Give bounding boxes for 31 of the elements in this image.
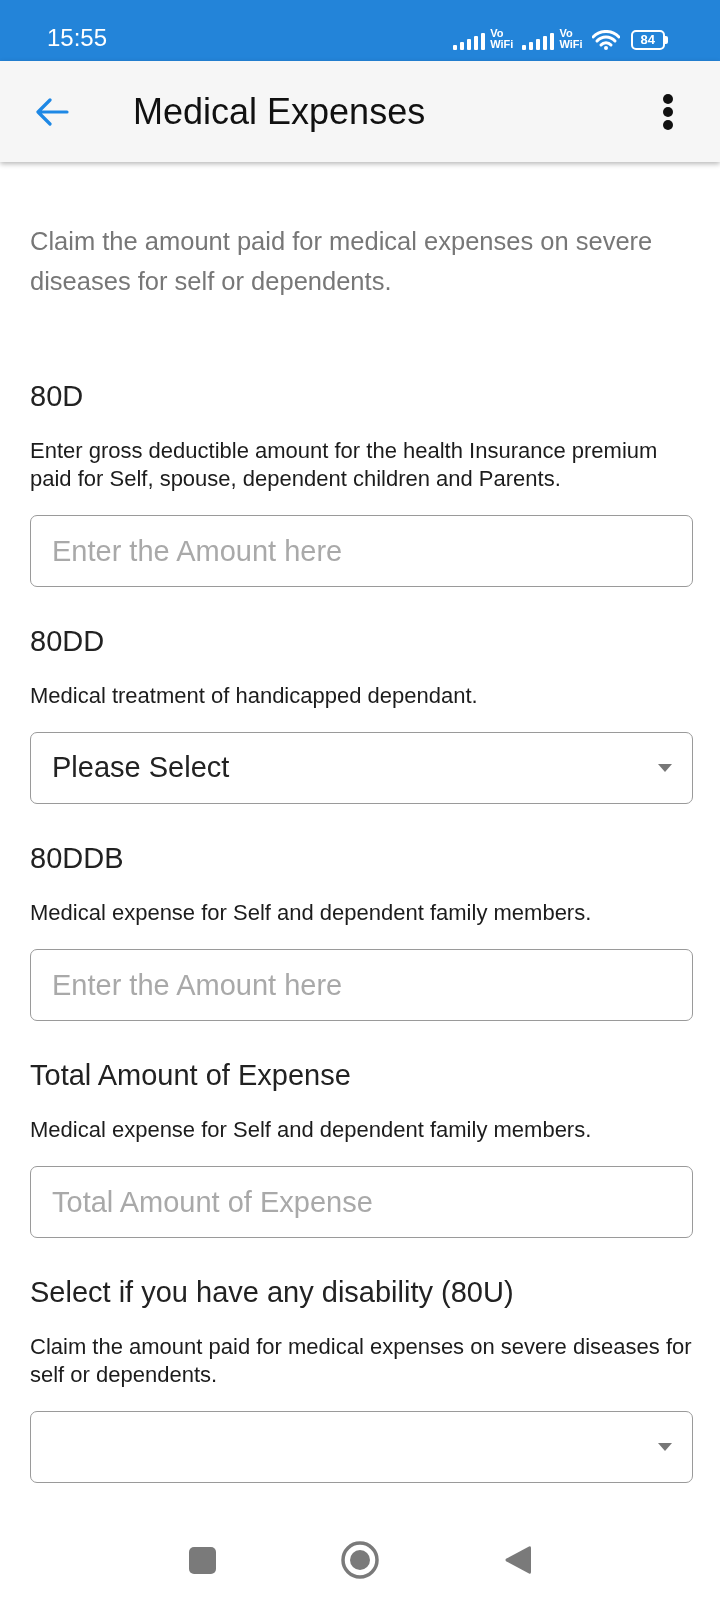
- field-description: Enter gross deductible amount for the health Insurance premium paid for Self, spouse, dependent children and Parents.: [30, 437, 659, 493]
- page-title: Medical Expenses: [133, 89, 427, 134]
- field-heading: 80DD: [30, 624, 106, 658]
- back-arrow-icon: [35, 97, 69, 126]
- field-heading: 80DDB: [30, 841, 125, 875]
- home-icon[interactable]: [341, 1541, 379, 1579]
- field-description: Medical treatment of handicapped dependant.: [30, 682, 479, 710]
- intro-text: Claim the amount paid for medical expenses on severe diseases for self or dependents.: [30, 226, 654, 297]
- dropdown-field[interactable]: Please Select: [30, 732, 693, 804]
- field-heading: 80D: [30, 379, 85, 413]
- vowifi-label: Vo WiFi: [490, 28, 514, 50]
- field-description: Medical expense for Self and dependent family members.: [30, 1116, 593, 1144]
- caret-icon: [658, 764, 672, 772]
- caret-icon: [658, 1443, 672, 1451]
- status-time: 15:55: [47, 26, 108, 53]
- battery-indicator: 84: [630, 30, 668, 50]
- wifi-icon: [591, 30, 620, 50]
- field-heading: Select if you have any disability (80U): [30, 1275, 515, 1309]
- field-heading: Total Amount of Expense: [30, 1058, 352, 1092]
- signal-icon: [453, 33, 486, 50]
- dropdown-field[interactable]: [30, 1411, 693, 1483]
- field-description: Medical expense for Self and dependent family members.: [30, 899, 593, 927]
- amount-input-field[interactable]: Enter the Amount here: [30, 949, 693, 1021]
- signal-icon: [522, 33, 555, 50]
- amount-input-field[interactable]: Enter the Amount here: [30, 515, 693, 587]
- vowifi-label: Vo WiFi: [559, 28, 583, 50]
- back-icon[interactable]: [505, 1545, 531, 1575]
- recents-icon[interactable]: [188, 1546, 216, 1574]
- more-icon: [662, 92, 674, 131]
- amount-input-field[interactable]: Total Amount of Expense: [30, 1166, 693, 1238]
- field-description: Claim the amount paid for medical expenses on severe diseases for self or dependents.: [30, 1333, 693, 1389]
